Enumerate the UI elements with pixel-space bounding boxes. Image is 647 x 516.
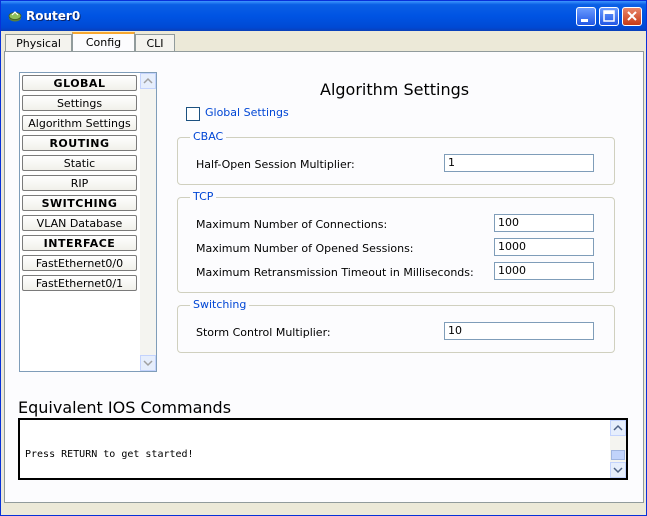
chevron-down-icon	[143, 360, 153, 367]
close-icon	[627, 11, 637, 21]
max-connections-label: Maximum Number of Connections:	[196, 218, 388, 231]
sidebar-header-routing[interactable]: ROUTING	[22, 135, 137, 151]
console-scroll-thumb[interactable]	[611, 450, 625, 460]
sidebar-item-rip[interactable]: RIP	[22, 175, 137, 191]
half-open-label: Half-Open Session Multiplier:	[196, 158, 355, 171]
minimize-button[interactable]	[576, 7, 596, 26]
chevron-up-icon	[613, 424, 623, 431]
storm-control-label: Storm Control Multiplier:	[196, 326, 331, 339]
minimize-icon	[581, 19, 588, 22]
scroll-down-button[interactable]	[140, 355, 156, 371]
switching-legend: Switching	[190, 298, 250, 311]
sidebar-header-global[interactable]: GLOBAL	[22, 75, 137, 91]
max-timeout-label: Maximum Retransmission Timeout in Millis…	[196, 266, 474, 279]
storm-control-input[interactable]: 10	[444, 322, 594, 340]
title-bar[interactable]: Router0	[1, 1, 646, 31]
tab-config[interactable]: Config	[72, 32, 135, 52]
maximize-button[interactable]	[599, 7, 619, 26]
sidebar-item-algorithm-settings[interactable]: Algorithm Settings	[22, 115, 137, 131]
chevron-down-icon	[613, 467, 623, 474]
console-text: Press RETURN to get started!	[25, 449, 194, 460]
router-window: Router0 Physical Config CLI GLOBAL Setti…	[0, 0, 647, 516]
ios-console[interactable]: Press RETURN to get started!	[18, 418, 628, 480]
sidebar-item-fastethernet0-1[interactable]: FastEthernet0/1	[22, 275, 137, 291]
tab-physical[interactable]: Physical	[5, 34, 72, 51]
sidebar-header-switching[interactable]: SWITCHING	[22, 195, 137, 211]
sidebar-scrollbar[interactable]	[140, 73, 156, 371]
tab-cli[interactable]: CLI	[135, 34, 175, 51]
window-title: Router0	[26, 9, 81, 23]
max-sessions-label: Maximum Number of Opened Sessions:	[196, 242, 414, 255]
global-settings-label: Global Settings	[205, 106, 289, 119]
tcp-group: TCP Maximum Number of Connections: 100 M…	[177, 190, 615, 293]
scroll-up-button[interactable]	[140, 73, 156, 89]
global-settings-checkbox[interactable]	[186, 107, 200, 121]
sidebar-item-settings[interactable]: Settings	[22, 95, 137, 111]
cbac-legend: CBAC	[190, 130, 227, 143]
max-sessions-input[interactable]: 1000	[494, 238, 594, 256]
max-connections-input[interactable]: 100	[494, 214, 594, 232]
chevron-up-icon	[143, 77, 153, 84]
cbac-group: CBAC Half-Open Session Multiplier: 1	[177, 130, 615, 185]
switching-group: Switching Storm Control Multiplier: 10	[177, 298, 615, 353]
sidebar-nav: GLOBAL Settings Algorithm Settings ROUTI…	[19, 72, 157, 372]
tcp-legend: TCP	[190, 190, 217, 203]
sidebar-item-fastethernet0-0[interactable]: FastEthernet0/0	[22, 255, 137, 271]
config-panel: GLOBAL Settings Algorithm Settings ROUTI…	[4, 51, 644, 503]
ios-commands-title: Equivalent IOS Commands	[18, 398, 232, 417]
half-open-input[interactable]: 1	[444, 154, 594, 172]
close-button[interactable]	[622, 7, 642, 26]
sidebar-item-static[interactable]: Static	[22, 155, 137, 171]
console-scroll-down-button[interactable]	[610, 462, 626, 478]
maximize-icon	[603, 10, 615, 22]
router-icon	[8, 11, 22, 22]
sidebar-item-vlan-database[interactable]: VLAN Database	[22, 215, 137, 231]
console-scroll-up-button[interactable]	[610, 420, 626, 436]
sidebar-header-interface[interactable]: INTERFACE	[22, 235, 137, 251]
max-timeout-input[interactable]: 1000	[494, 262, 594, 280]
console-scrollbar[interactable]	[610, 420, 626, 478]
page-title: Algorithm Settings	[320, 80, 470, 99]
